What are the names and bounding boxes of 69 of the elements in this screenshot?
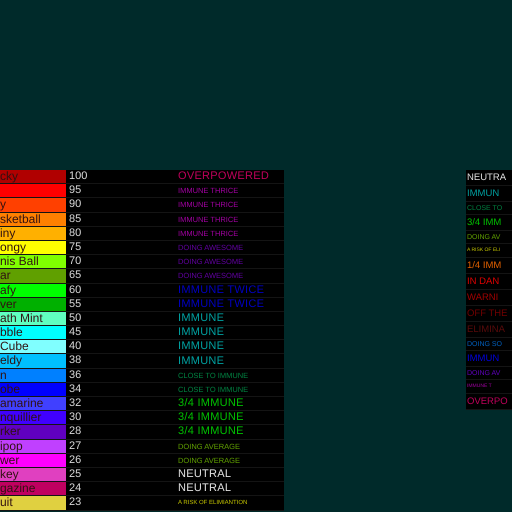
value-text: 75 bbox=[69, 240, 82, 253]
legend-text: IMMUN bbox=[467, 352, 500, 364]
value-text: 26 bbox=[69, 454, 82, 466]
value-text: 50 bbox=[69, 312, 82, 324]
value-text: 40 bbox=[69, 340, 82, 352]
name-cell: n bbox=[0, 368, 66, 382]
status-text: IMMUNE bbox=[178, 326, 224, 340]
value-text: 25 bbox=[69, 468, 82, 480]
value-text: 85 bbox=[69, 212, 82, 225]
value-text: 23 bbox=[69, 496, 82, 508]
legend-text: WARNI bbox=[467, 292, 498, 304]
legend-text: 1/4 IMM bbox=[467, 260, 502, 272]
name-cell: ver bbox=[0, 298, 66, 311]
name-cell: rker bbox=[0, 425, 66, 439]
value-text: 36 bbox=[69, 368, 82, 381]
value-text: 45 bbox=[69, 326, 82, 338]
value-text: 55 bbox=[69, 298, 82, 310]
status-text: 3/4 IMMUNE bbox=[178, 425, 244, 438]
name-cell: Cube bbox=[0, 340, 66, 354]
name-cell: nquillier bbox=[0, 411, 66, 424]
value-text: 60 bbox=[69, 284, 82, 296]
legend-text: ELIMINA bbox=[467, 324, 506, 336]
value-text: 90 bbox=[69, 198, 82, 210]
status-text: 3/4 IMMUNE bbox=[178, 411, 244, 424]
name-cell: afy bbox=[0, 284, 66, 297]
legend-text: OFF THE bbox=[467, 308, 508, 320]
name-cell: ongy bbox=[0, 240, 66, 254]
name-cell: sketball bbox=[0, 212, 66, 226]
value-text: 95 bbox=[69, 184, 82, 196]
legend-text: OVERPO bbox=[467, 396, 508, 408]
name-cell: eldy bbox=[0, 354, 66, 368]
legend-text: IN DAN bbox=[467, 276, 500, 288]
name-cell: wer bbox=[0, 454, 66, 467]
value-text: 34 bbox=[69, 382, 82, 395]
status-text: NEUTRAL bbox=[178, 482, 232, 496]
name-cell: y bbox=[0, 198, 66, 212]
status-text: IMMUNE TWICE bbox=[178, 298, 264, 311]
status-text: OVERPOWERED bbox=[178, 170, 270, 184]
name-cell: ar bbox=[0, 269, 66, 282]
name-cell: amarine bbox=[0, 397, 66, 410]
name-cell: ipop bbox=[0, 440, 66, 453]
status-text: IMMUNE bbox=[178, 312, 224, 325]
value-text: 65 bbox=[69, 269, 82, 282]
name-cell: uit bbox=[0, 496, 66, 510]
name-cell: bble bbox=[0, 326, 66, 340]
legend-text: NEUTRA bbox=[467, 172, 506, 184]
value-text: 100 bbox=[69, 170, 88, 182]
status-text: IMMUNE TWICE bbox=[178, 284, 264, 297]
value-text: 38 bbox=[69, 354, 82, 366]
name-cell: key bbox=[0, 468, 66, 482]
name-cell: ath Mint bbox=[0, 312, 66, 326]
status-text: NEUTRAL bbox=[178, 468, 232, 482]
status-text: IMMUNE bbox=[178, 354, 224, 368]
name-cell: gazine bbox=[0, 482, 66, 496]
value-text: 28 bbox=[69, 425, 82, 438]
value-text: 80 bbox=[69, 226, 82, 239]
value-text: 32 bbox=[69, 397, 82, 409]
name-cell: nis Ball bbox=[0, 255, 66, 268]
name-cell: cky bbox=[0, 170, 66, 184]
name-cell: obe bbox=[0, 382, 66, 396]
value-text: 27 bbox=[69, 440, 82, 452]
value-text: 24 bbox=[69, 482, 82, 494]
value-text: 30 bbox=[69, 411, 82, 424]
status-text: 3/4 IMMUNE bbox=[178, 397, 244, 410]
name-cell: iny bbox=[0, 226, 66, 240]
value-text: 70 bbox=[69, 255, 82, 268]
status-text: IMMUNE bbox=[178, 340, 224, 354]
legend-text: 3/4 IMM bbox=[467, 216, 502, 228]
legend-text: IMMUN bbox=[467, 188, 500, 200]
